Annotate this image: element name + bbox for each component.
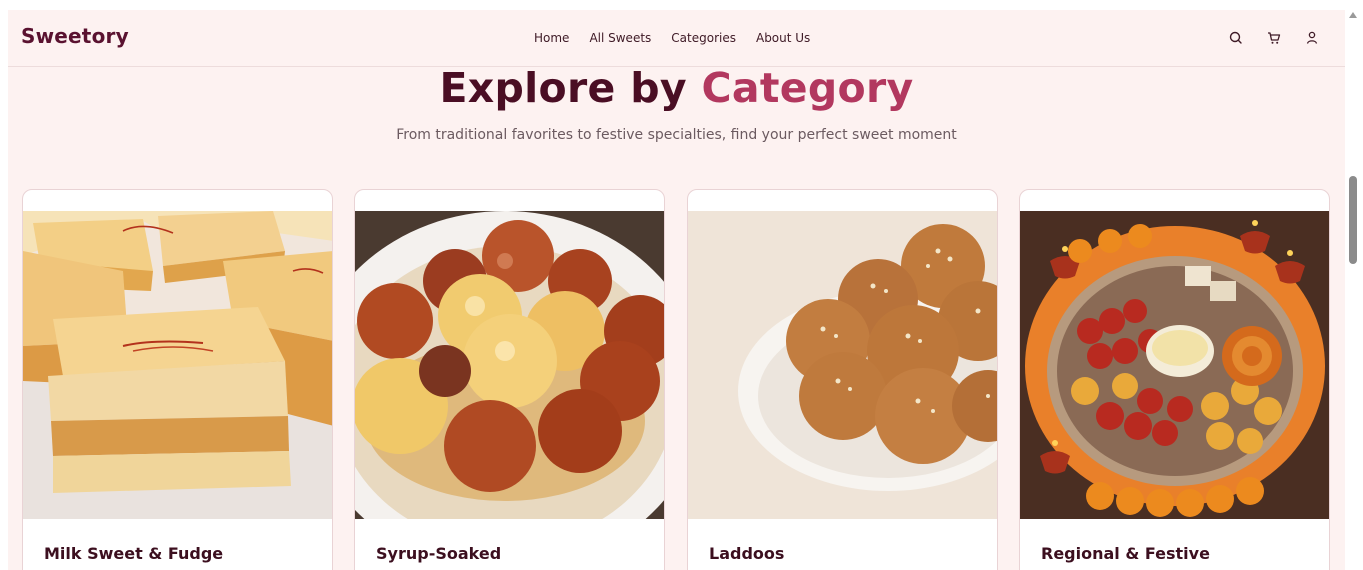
title-main: Explore by [439,64,687,112]
user-icon[interactable] [1302,28,1322,48]
category-label: Laddoos [709,544,785,563]
scroll-up-arrow-icon[interactable] [1349,12,1357,18]
scroll-thumb[interactable] [1349,176,1357,264]
nav-home[interactable]: Home [534,31,569,45]
cart-icon[interactable] [1264,28,1284,48]
main-nav: Home All Sweets Categories About Us [534,31,810,45]
category-label: Milk Sweet & Fudge [44,544,224,563]
title-accent: Category [701,64,914,112]
category-card-regional-festive[interactable]: Regional & Festive [1019,189,1330,570]
regional-festive-image [1020,211,1329,519]
laddoos-image [688,211,997,519]
category-label: Regional & Festive [1041,544,1210,563]
milk-sweet-image [23,211,332,519]
category-label: Syrup-Soaked [376,544,502,563]
nav-about-us[interactable]: About Us [756,31,810,45]
brand-logo[interactable]: Sweetory [21,24,129,48]
category-card-syrup-soaked[interactable]: Syrup-Soaked [354,189,665,570]
search-icon[interactable] [1226,28,1246,48]
category-card-milk-sweet[interactable]: Milk Sweet & Fudge [22,189,333,570]
scrollbar[interactable] [1345,0,1363,570]
nav-categories[interactable]: Categories [671,31,736,45]
syrup-soaked-image [355,211,664,519]
page: Sweetory Home All Sweets Categories Abou… [8,10,1345,570]
page-title: Explore by Category [8,64,1345,112]
site-header: Sweetory Home All Sweets Categories Abou… [8,10,1345,67]
header-actions [1226,28,1322,48]
category-card-laddoos[interactable]: Laddoos [687,189,998,570]
page-subtitle: From traditional favorites to festive sp… [396,127,957,143]
nav-all-sweets[interactable]: All Sweets [589,31,651,45]
